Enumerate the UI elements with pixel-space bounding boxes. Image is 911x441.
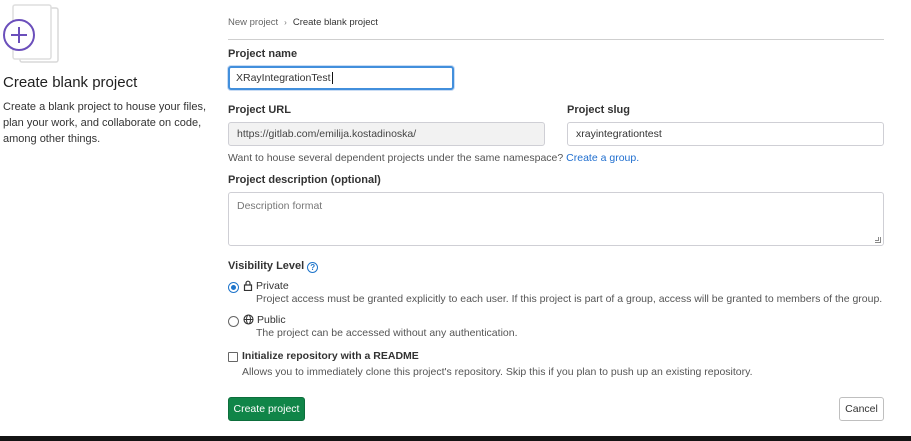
blank-project-illustration-icon [3, 4, 59, 63]
public-radio[interactable] [228, 316, 239, 327]
project-name-label: Project name [228, 48, 298, 60]
namespace-help-text: Want to house several dependent projects… [228, 152, 564, 164]
readme-label: Initialize repository with a README [242, 350, 419, 362]
text-cursor [331, 72, 333, 84]
visibility-level-label: Visibility Level? [228, 260, 319, 273]
window-bottom-edge [0, 436, 911, 441]
globe-icon [243, 314, 254, 325]
project-url-input[interactable]: https://gitlab.com/emilija.kostadinoska/ [228, 122, 545, 146]
create-group-link[interactable]: Create a group. [566, 152, 639, 164]
lock-icon [243, 280, 253, 291]
resize-grip-icon[interactable] [875, 237, 881, 243]
private-option-title: Private [243, 280, 289, 292]
sidebar-title: Create blank project [3, 74, 138, 91]
cancel-button[interactable]: Cancel [839, 397, 884, 421]
create-project-button[interactable]: Create project [228, 397, 305, 421]
private-option-label: Private [256, 280, 289, 292]
project-url-label: Project URL [228, 104, 291, 116]
project-name-input[interactable]: XRayIntegrationTest [228, 66, 454, 90]
private-radio[interactable] [228, 282, 239, 293]
breadcrumb-current[interactable]: Create blank project [293, 17, 378, 28]
public-option-description: The project can be accessed without any … [256, 327, 518, 339]
project-description-label: Project description (optional) [228, 174, 381, 186]
breadcrumb: New project › Create blank project [228, 17, 884, 40]
public-option-label: Public [257, 314, 286, 326]
visibility-level-text: Visibility Level [228, 260, 305, 272]
project-name-value: XRayIntegrationTest [236, 72, 331, 84]
description-placeholder: Description format [237, 200, 323, 212]
sidebar-description: Create a blank project to house your fil… [3, 101, 207, 145]
private-option-description: Project access must be granted explicitl… [256, 293, 883, 305]
project-slug-label: Project slug [567, 104, 630, 116]
breadcrumb-new-project[interactable]: New project [228, 17, 278, 28]
readme-checkbox[interactable] [228, 352, 238, 362]
chevron-right-icon: › [284, 18, 287, 27]
readme-description: Allows you to immediately clone this pro… [242, 366, 753, 378]
public-option-title: Public [243, 314, 286, 326]
project-slug-input[interactable]: xrayintegrationtest [567, 122, 884, 146]
question-circle-icon[interactable]: ? [307, 262, 319, 273]
new-project-page: Create blank project Create a blank proj… [0, 0, 911, 441]
project-description-input[interactable]: Description format [228, 192, 884, 246]
namespace-help: Want to house several dependent projects… [228, 152, 639, 164]
